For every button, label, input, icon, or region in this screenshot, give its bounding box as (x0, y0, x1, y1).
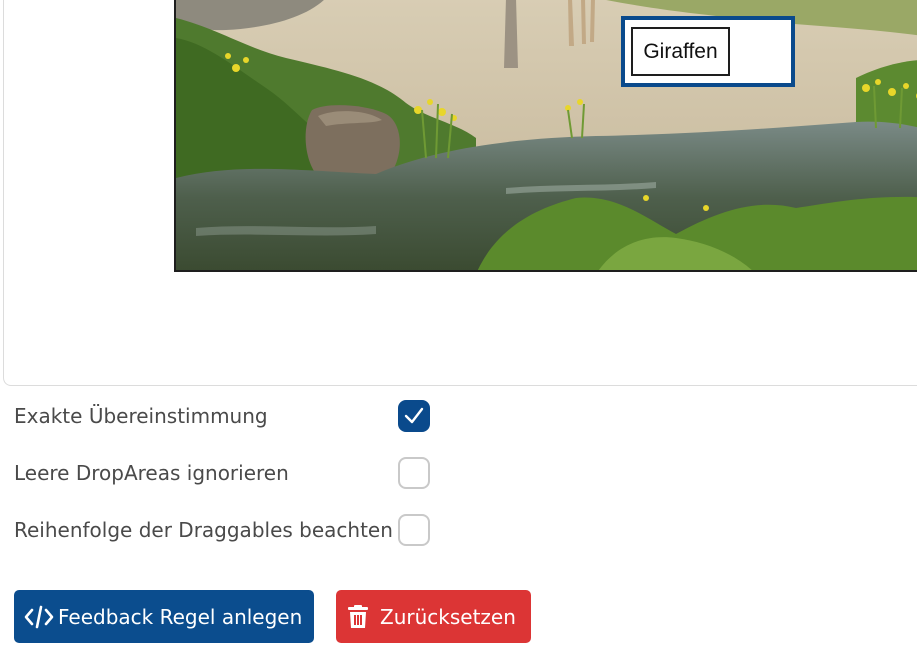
option-respect-order-label: Reihenfolge der Draggables beachten (14, 518, 393, 542)
option-exact-match-label: Exakte Übereinstimmung (14, 404, 268, 428)
reset-button[interactable]: Zurücksetzen (336, 590, 531, 643)
trash-icon (348, 604, 368, 629)
respect-order-checkbox[interactable] (398, 514, 430, 546)
ignore-empty-dropareas-checkbox[interactable] (398, 457, 430, 489)
background-image-zoo-pond (174, 0, 917, 272)
option-ignore-empty-dropareas: Leere DropAreas ignorieren (14, 457, 434, 491)
option-respect-order: Reihenfolge der Draggables beachten (14, 514, 434, 548)
exact-match-checkbox[interactable] (398, 400, 430, 432)
check-icon (404, 407, 424, 424)
draggable-label[interactable]: Giraffen (631, 27, 730, 76)
code-icon (24, 605, 54, 629)
page: Giraffen Exakte Übereinstimmung Leere Dr… (0, 0, 917, 658)
option-ignore-empty-dropareas-label: Leere DropAreas ignorieren (14, 461, 289, 485)
create-feedback-rule-label: Feedback Regel anlegen (58, 604, 303, 629)
create-feedback-rule-button[interactable]: Feedback Regel anlegen (14, 590, 314, 643)
option-exact-match: Exakte Übereinstimmung (14, 400, 434, 434)
reset-label: Zurücksetzen (380, 604, 516, 629)
